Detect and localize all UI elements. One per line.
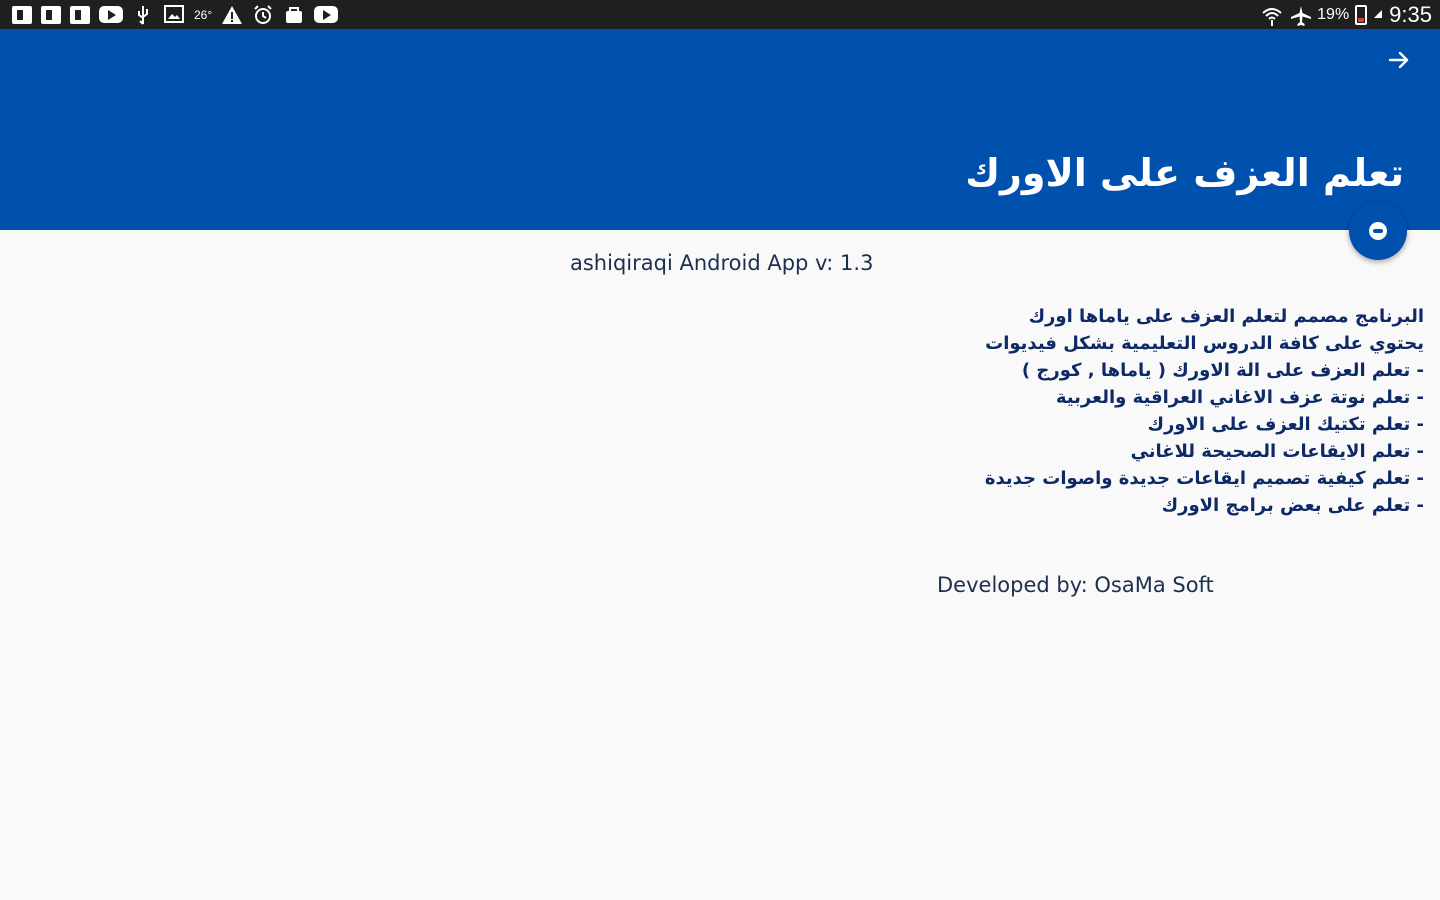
page-title: تعلم العزف على الاورك [965,151,1404,195]
airplane-mode-icon [1289,5,1312,26]
description-line: يحتوي على كافة الدروس التعليمية بشكل فيد… [985,333,1424,354]
store-icon [283,5,305,25]
signal-icon [1373,5,1383,25]
youtube-icon [99,6,123,23]
description-line: - تعلم تكتيك العزف على الاورك [1147,414,1424,435]
battery-icon [1355,4,1368,25]
alarm-icon [252,4,274,25]
arrow-forward-icon[interactable] [1386,49,1412,75]
description-line: - تعلم كيفية تصميم ايقاعات جديدة واصوات … [984,468,1424,489]
app-logo-icon [1369,222,1387,240]
system-status: 19% 9:35 [1261,1,1432,28]
clock-time: 9:35 [1389,1,1432,27]
about-screen: 26° 19% 9:35 تعلم العزف على الاورك ashiq… [0,0,1440,900]
facebook-icon [70,5,90,24]
description-line: - تعلم على بعض برامج الاورك [1161,495,1424,516]
app-version-text: ashiqiraqi Android App v: 1.3 [570,251,874,275]
temperature-text: 26° [194,7,213,22]
developer-credit: Developed by: OsaMa Soft [937,573,1214,597]
app-description: البرنامج مصمم لتعلم العزف على ياماها اور… [864,303,1424,519]
description-line: - تعلم الايقاعات الصحيحة للاغاني [1130,441,1424,462]
app-bar: تعلم العزف على الاورك [0,29,1440,230]
gallery-icon [163,4,185,25]
youtube-icon [314,6,339,23]
app-logo-button[interactable] [1349,202,1407,260]
description-line: البرنامج مصمم لتعلم العزف على ياماها اور… [1028,306,1424,327]
facebook-icon [41,5,61,24]
facebook-icon [12,5,32,24]
warning-icon [221,5,243,25]
usb-icon [132,5,154,25]
notification-icons: 26° [12,3,339,26]
status-bar: 26° 19% 9:35 [0,0,1440,29]
description-line: - تعلم نوتة عزف الاغاني العراقية والعربي… [1055,387,1424,408]
description-line: - تعلم العزف على الة الاورك ( ياماها , ك… [1021,360,1424,381]
wifi-icon [1261,5,1283,26]
battery-percentage: 19% [1317,5,1350,23]
